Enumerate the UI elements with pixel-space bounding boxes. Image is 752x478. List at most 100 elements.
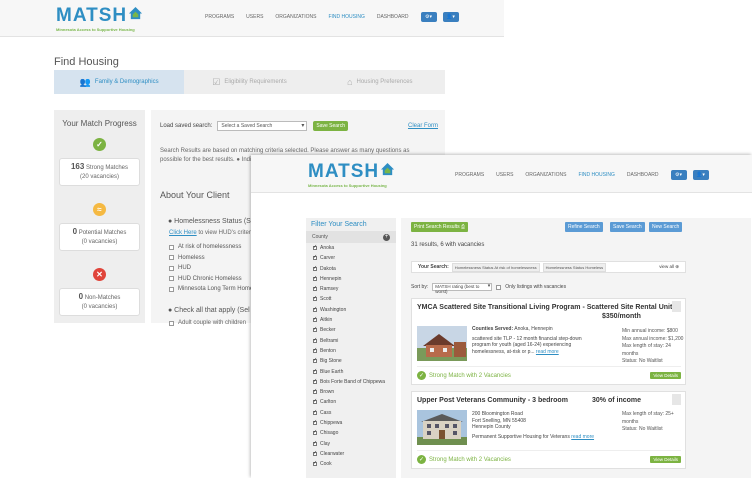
- nav-find-housing[interactable]: FIND HOUSING: [572, 172, 620, 178]
- option-hud[interactable]: HUD: [169, 263, 253, 274]
- county-option[interactable]: Hennepin: [313, 275, 389, 286]
- county-filter-header[interactable]: County +: [306, 231, 396, 243]
- listing-card[interactable]: YMCA Scattered Site Transitional Living …: [411, 298, 686, 385]
- county-option[interactable]: Brown: [313, 388, 389, 399]
- nav-users[interactable]: USERS: [240, 14, 269, 20]
- county-option[interactable]: Ramsey: [313, 285, 389, 296]
- vacancies-checkbox[interactable]: [496, 284, 502, 290]
- nav-programs[interactable]: PROGRAMS: [199, 14, 240, 20]
- non-matches-box[interactable]: 0 Non-Matches (0 vacancies): [59, 288, 140, 316]
- county-option[interactable]: Carlton: [313, 398, 389, 409]
- county-option[interactable]: Aitkin: [313, 316, 389, 327]
- matsh-logo[interactable]: MATSH Minnesota Access to Supportive Hou…: [308, 161, 395, 188]
- county-option[interactable]: Clearwater: [313, 450, 389, 461]
- step-housing-preferences[interactable]: ⌂ Housing Preferences: [315, 70, 445, 94]
- county-option[interactable]: Blue Earth: [313, 368, 389, 379]
- checkbox[interactable]: [313, 306, 317, 312]
- county-option[interactable]: Clay: [313, 440, 389, 451]
- checkbox[interactable]: [313, 398, 317, 405]
- checkbox[interactable]: [313, 440, 317, 446]
- view-details-button[interactable]: View Details: [650, 456, 681, 463]
- nav-organizations[interactable]: ORGANIZATIONS: [519, 172, 572, 178]
- search-tag[interactable]: Homelessness Status Homeless: [542, 262, 607, 272]
- option-mn-long-term[interactable]: Minnesota Long Term Home: [169, 284, 253, 295]
- nav-find-housing[interactable]: FIND HOUSING: [322, 14, 370, 20]
- county-option[interactable]: Bois Forte Band of Chippewa: [313, 378, 389, 389]
- step-family-demographics[interactable]: 👥 Family & Demographics: [54, 70, 185, 94]
- matsh-logo[interactable]: MATSH Minnesota Access to Supportive Hou…: [56, 5, 143, 32]
- nav-users[interactable]: USERS: [490, 172, 519, 178]
- checkbox[interactable]: [169, 265, 174, 271]
- listing-title[interactable]: YMCA Scattered Site Transitional Living …: [417, 304, 676, 311]
- listing-title[interactable]: Upper Post Veterans Community - 3 bedroo…: [417, 397, 568, 404]
- print-results-button[interactable]: Print Search Results ⎙: [411, 222, 468, 232]
- checkbox[interactable]: [313, 295, 317, 302]
- refine-search-button[interactable]: Refine Search: [565, 222, 603, 232]
- sort-select[interactable]: MATSH rating (best to worst): [432, 283, 493, 294]
- view-all-link[interactable]: view all ⊕: [659, 264, 679, 270]
- strong-matches-box[interactable]: 163 Strong Matches (20 vacancies): [59, 158, 140, 186]
- county-option[interactable]: Cass: [313, 409, 389, 420]
- checkbox[interactable]: [313, 357, 317, 364]
- option-adult-couple[interactable]: Adult couple with children: [169, 320, 246, 326]
- hud-criteria-link[interactable]: Click Here: [169, 230, 197, 236]
- bookmark-icon[interactable]: [672, 301, 681, 312]
- user-icon[interactable]: 👤▾: [692, 170, 709, 180]
- checkbox[interactable]: [313, 285, 317, 292]
- checkbox[interactable]: [313, 409, 317, 415]
- county-option[interactable]: Scott: [313, 295, 389, 306]
- search-tag[interactable]: Homelessness Status At risk of homelessn…: [451, 262, 540, 272]
- view-details-button[interactable]: View Details: [650, 372, 681, 379]
- nav-programs[interactable]: PROGRAMS: [449, 172, 490, 178]
- nav-dashboard[interactable]: DASHBOARD: [621, 172, 665, 178]
- checkbox[interactable]: [313, 388, 317, 395]
- county-option[interactable]: Chippewa: [313, 419, 389, 430]
- county-option[interactable]: Beltrami: [313, 337, 389, 348]
- save-search-button[interactable]: Save Search: [313, 121, 349, 131]
- checkbox[interactable]: [169, 320, 174, 326]
- listing-photo[interactable]: [417, 410, 467, 445]
- checkbox[interactable]: [313, 419, 317, 426]
- county-option[interactable]: Benton: [313, 347, 389, 358]
- checkbox[interactable]: [313, 378, 317, 384]
- gear-icon[interactable]: ⚙▾: [670, 170, 687, 180]
- county-option[interactable]: Becker: [313, 326, 389, 337]
- saved-search-select[interactable]: Select a Saved Search: [217, 121, 308, 131]
- county-option[interactable]: Chisago: [313, 429, 389, 440]
- county-option[interactable]: Big Stone: [313, 357, 389, 368]
- checkbox[interactable]: [313, 429, 317, 436]
- listing-photo[interactable]: [417, 326, 467, 361]
- read-more-link[interactable]: read more: [571, 434, 594, 440]
- checkbox[interactable]: [313, 450, 317, 456]
- checkbox[interactable]: [313, 368, 317, 374]
- checkbox[interactable]: [313, 337, 317, 343]
- listing-card[interactable]: Upper Post Veterans Community - 3 bedroo…: [411, 391, 686, 469]
- bookmark-icon[interactable]: [672, 394, 681, 405]
- checkbox[interactable]: [313, 265, 317, 271]
- checkbox[interactable]: [169, 244, 174, 250]
- nav-organizations[interactable]: ORGANIZATIONS: [269, 14, 322, 20]
- save-search-button[interactable]: Save Search: [610, 222, 645, 232]
- checkbox[interactable]: [313, 244, 317, 250]
- checkbox[interactable]: [313, 254, 317, 261]
- plus-icon[interactable]: +: [383, 233, 390, 241]
- county-option[interactable]: Dakota: [313, 265, 389, 276]
- county-option[interactable]: Cook: [313, 460, 389, 471]
- checkbox[interactable]: [169, 286, 174, 292]
- checkbox[interactable]: [169, 255, 174, 261]
- option-hud-chronic[interactable]: HUD Chronic Homeless: [169, 274, 253, 285]
- county-option[interactable]: Anoka: [313, 244, 389, 255]
- checkbox[interactable]: [313, 316, 317, 323]
- option-homeless[interactable]: Homeless: [169, 253, 253, 264]
- user-icon[interactable]: 👤▾: [442, 12, 459, 22]
- step-eligibility[interactable]: ☑ Eligibility Requirements: [184, 70, 314, 94]
- new-search-button[interactable]: New Search: [649, 222, 683, 232]
- potential-matches-box[interactable]: 0 Potential Matches (0 vacancies): [59, 223, 140, 251]
- checkbox[interactable]: [169, 276, 174, 282]
- checkbox[interactable]: [313, 275, 317, 281]
- checkbox[interactable]: [313, 460, 317, 467]
- read-more-link[interactable]: read more: [536, 349, 559, 355]
- county-option[interactable]: Carver: [313, 254, 389, 265]
- county-option[interactable]: Washington: [313, 306, 389, 317]
- option-at-risk[interactable]: At risk of homelessness: [169, 242, 253, 253]
